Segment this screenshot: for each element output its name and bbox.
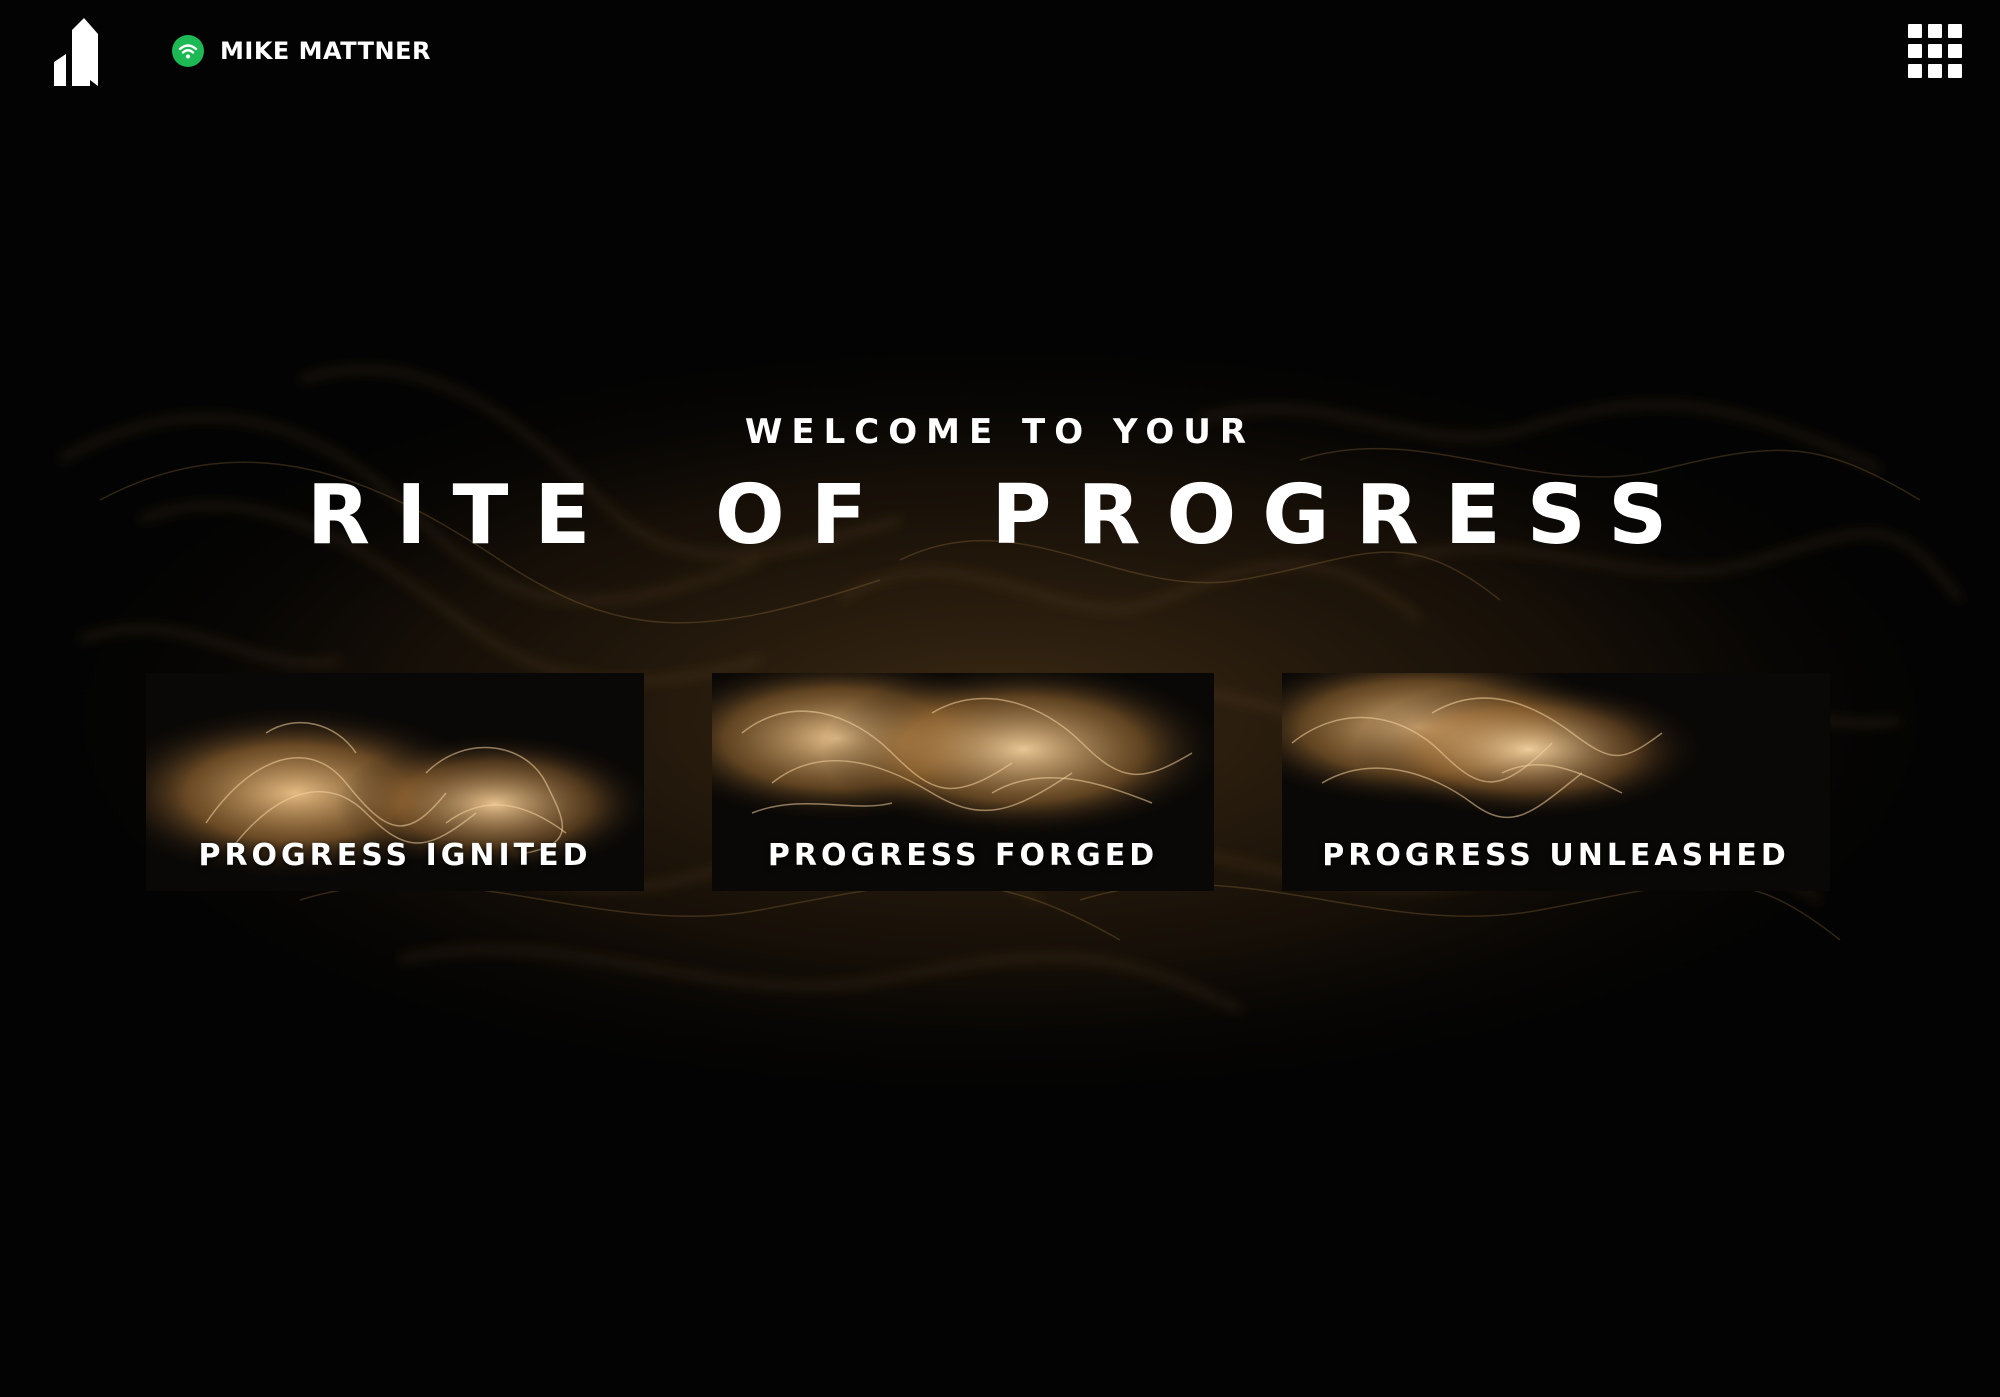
card-label: PROGRESS IGNITED [198,838,592,873]
grid-menu-cell [1908,24,1922,38]
card-label: PROGRESS UNLEASHED [1322,838,1790,873]
card-label: PROGRESS FORGED [767,838,1159,873]
user-profile[interactable]: MIKE MATTNER [172,34,431,68]
brand-logo-icon[interactable] [52,16,112,86]
welcome-screen: MIKE MATTNER WELCOME TO YOUR RITE OF PRO… [0,0,2000,1397]
hero-title-word: RITE [306,468,617,563]
hero-title-word: OF [715,468,893,563]
grid-menu-icon[interactable] [1908,24,1962,78]
grid-menu-cell [1928,44,1942,58]
grid-menu-cell [1948,24,1962,38]
card-progress-forged[interactable]: PROGRESS FORGED [712,673,1214,891]
grid-menu-cell [1928,64,1942,78]
grid-menu-cell [1908,64,1922,78]
grid-menu-cell [1948,64,1962,78]
connection-status-icon [172,35,204,67]
wifi-icon [178,44,198,59]
welcome-heading: WELCOME TO YOUR [744,412,1256,452]
grid-menu-cell [1928,24,1942,38]
grid-menu-cell [1908,44,1922,58]
card-progress-unleashed[interactable]: PROGRESS UNLEASHED [1282,673,1830,891]
hero-title-word: PROGRESS [991,468,1694,563]
grid-menu-cell [1948,44,1962,58]
user-name: MIKE MATTNER [220,37,432,65]
card-progress-ignited[interactable]: PROGRESS IGNITED [146,673,644,891]
hero-title: RITE OF PROGRESS [0,468,2000,563]
